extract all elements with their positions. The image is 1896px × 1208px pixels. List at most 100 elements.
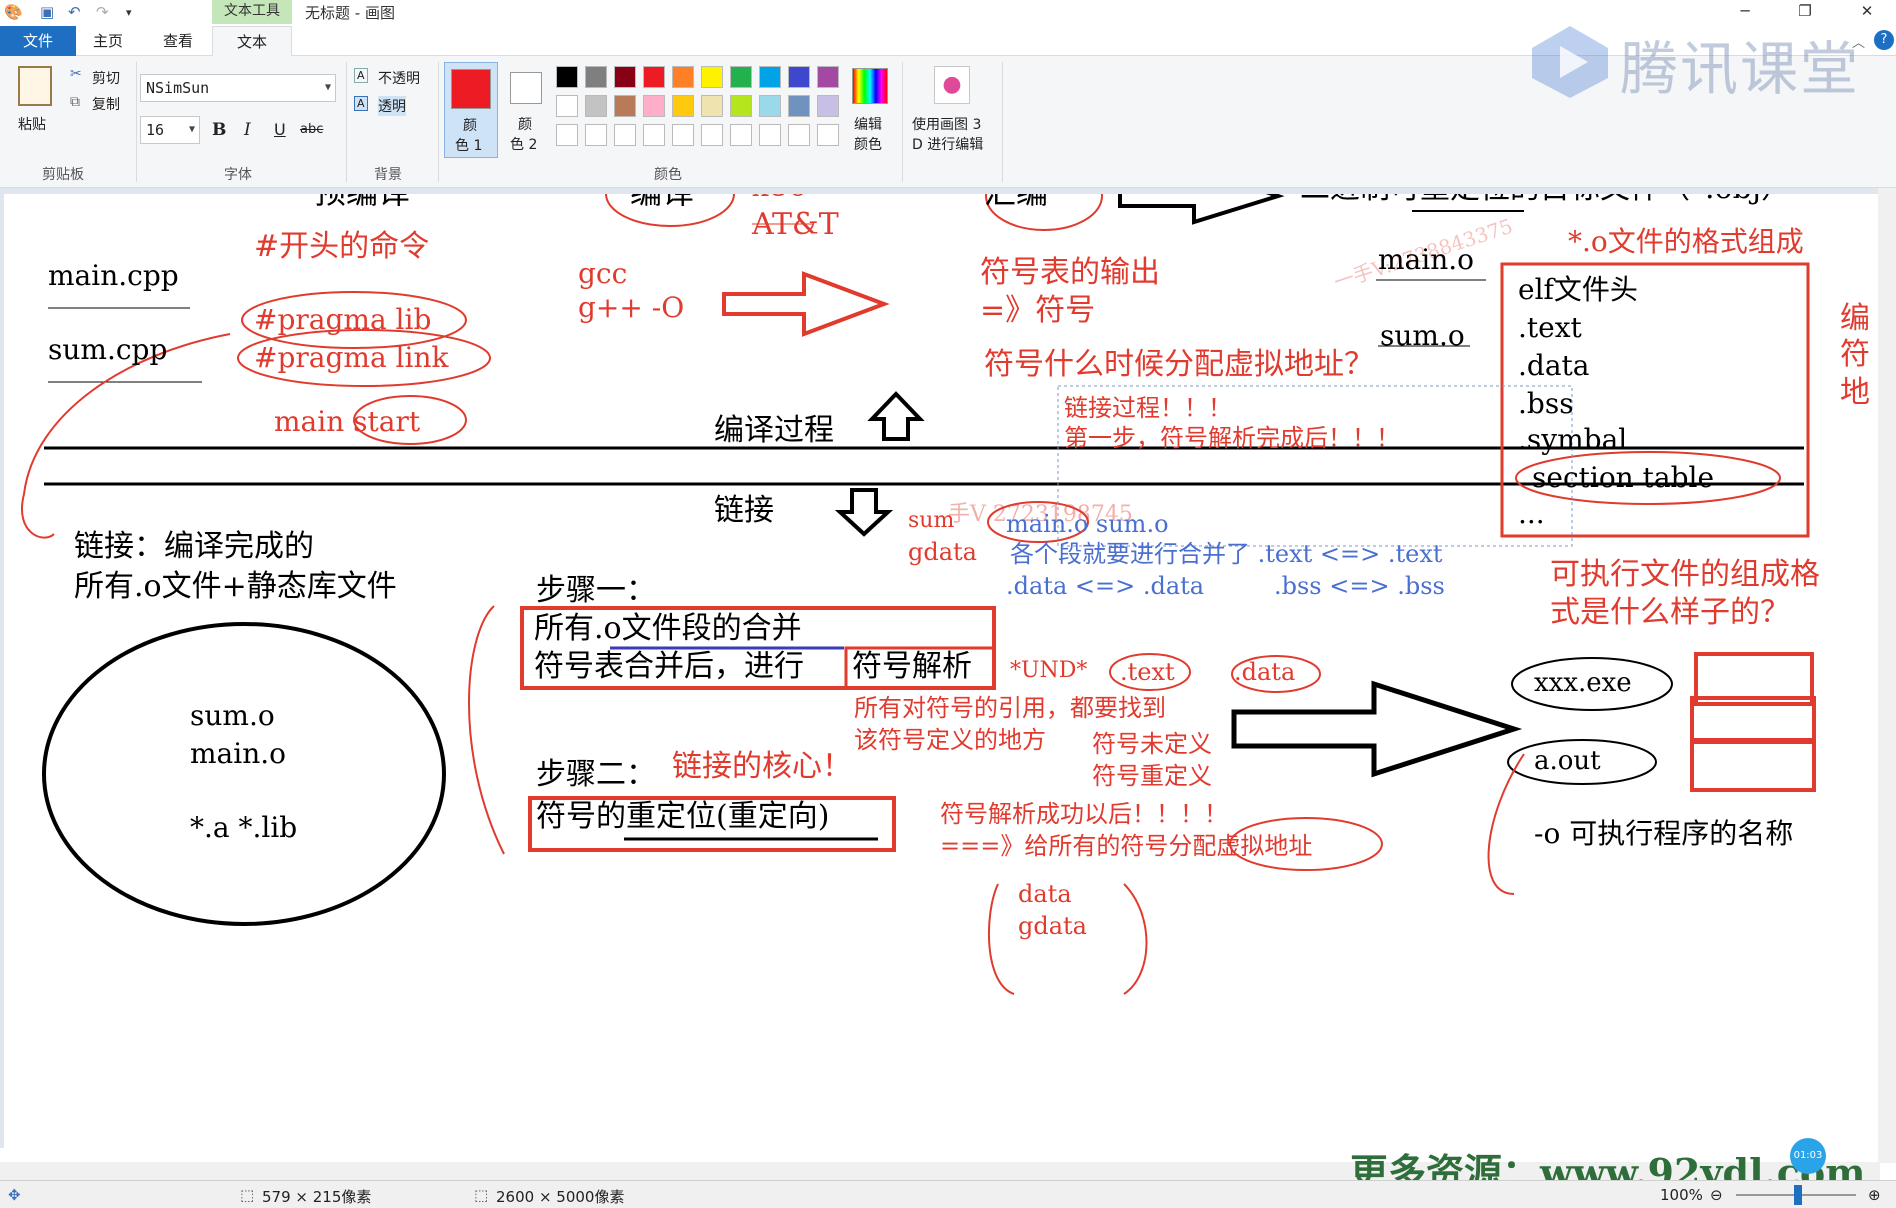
ribbon: 粘贴 ✂ 剪切 ⧉ 复制 剪贴板 NSimSun ▼ 16 ▼ B I U abc …: [0, 56, 1896, 188]
palette-swatch[interactable]: [701, 95, 723, 117]
section-table: section table: [1532, 461, 1715, 494]
palette-swatch-empty[interactable]: [585, 124, 607, 146]
palette-swatch[interactable]: [643, 95, 665, 117]
tab-view[interactable]: 查看: [146, 26, 210, 56]
palette-swatch[interactable]: [817, 95, 839, 117]
minimize-button[interactable]: ─: [1722, 0, 1768, 24]
tab-text[interactable]: 文本: [212, 26, 292, 57]
label-assemble: 汇编: [984, 194, 1048, 208]
image-size: 2600 × 5000像素: [496, 1188, 625, 1206]
red-arrow-icon: [722, 271, 890, 337]
close-button[interactable]: ✕: [1844, 0, 1890, 24]
chevron-down-icon: ▼: [188, 124, 195, 135]
palette-swatch[interactable]: [672, 95, 694, 117]
label-pragma-link: #pragma link: [254, 341, 449, 374]
label-compile: 编译: [630, 194, 694, 208]
tab-file[interactable]: 文件: [0, 26, 76, 56]
label-after-ok: 符号解析成功以后！！！！: [940, 800, 1228, 828]
drawing-canvas[interactable]: 预编译 编译 x86 AT&T 汇编 二进制可重定位的目标文件（*.obj） #…: [4, 194, 1878, 1148]
colors-group-label: 颜色: [654, 167, 682, 183]
palette-swatch-empty[interactable]: [817, 124, 839, 146]
label-when-alloc: 符号什么时候分配虚拟地址？: [984, 347, 1374, 382]
palette-swatch[interactable]: [585, 95, 607, 117]
color-palette[interactable]: [556, 66, 846, 156]
label-gcc: gcc: [578, 257, 628, 290]
tab-home[interactable]: 主页: [76, 26, 140, 56]
move-cursor-icon: ✥: [8, 1186, 21, 1204]
palette-swatch[interactable]: [614, 95, 636, 117]
transparent-button[interactable]: 透明: [378, 96, 406, 116]
palette-swatch[interactable]: [556, 66, 578, 88]
save-icon[interactable]: ▣: [40, 3, 54, 21]
font-group-label: 字体: [224, 167, 252, 183]
palette-swatch[interactable]: [730, 95, 752, 117]
palette-swatch[interactable]: [759, 95, 781, 117]
zoom-slider-thumb[interactable]: [1794, 1185, 1802, 1205]
label-all-ref1: 所有对符号的引用，都要找到: [854, 694, 1166, 722]
color2-button[interactable]: 颜 色 2: [504, 62, 558, 158]
palette-swatch[interactable]: [701, 66, 723, 88]
help-icon[interactable]: ?: [1874, 30, 1894, 50]
label-step-two: 步骤二：: [536, 757, 656, 792]
palette-swatch-empty[interactable]: [730, 124, 752, 146]
label-linking: 链接: [714, 493, 774, 528]
label-pragma-lib: #pragma lib: [254, 303, 432, 336]
zoom-in-button[interactable]: ⊕: [1868, 1186, 1881, 1204]
bold-button[interactable]: B: [212, 120, 226, 140]
strikethrough-button[interactable]: abc: [300, 122, 323, 137]
color2-swatch: [510, 72, 542, 104]
cut-button[interactable]: 剪切: [92, 68, 120, 88]
label-und: *UND*: [1010, 658, 1088, 683]
palette-swatch-empty[interactable]: [701, 124, 723, 146]
palette-swatch[interactable]: [585, 66, 607, 88]
underline-button[interactable]: U: [274, 120, 286, 139]
opaque-button[interactable]: 不透明: [378, 68, 420, 88]
palette-swatch-empty[interactable]: [759, 124, 781, 146]
palette-swatch[interactable]: [643, 66, 665, 88]
paste-icon[interactable]: [18, 66, 52, 106]
label-obj-format: *.o文件的格式组成: [1568, 225, 1804, 258]
circle-sum-o: sum.o: [190, 699, 275, 732]
undo-icon[interactable]: ↶: [68, 3, 81, 21]
paste-button[interactable]: 粘贴: [18, 114, 46, 134]
italic-button[interactable]: I: [244, 120, 251, 140]
step1-line1: 所有.o文件段的合并: [534, 611, 802, 646]
label-gpp: g++ -O: [578, 291, 685, 324]
label-hash-cmd: #开头的命令: [254, 229, 430, 264]
side-note-2: 符: [1840, 337, 1870, 372]
redo-icon[interactable]: ↷: [96, 3, 109, 21]
palette-swatch[interactable]: [672, 66, 694, 88]
palette-swatch-empty[interactable]: [614, 124, 636, 146]
palette-swatch-empty[interactable]: [788, 124, 810, 146]
label-sym-out: 符号表的输出: [980, 255, 1160, 290]
vertical-scrollbar[interactable]: [1878, 188, 1896, 1163]
palette-swatch[interactable]: [788, 66, 810, 88]
palette-swatch-empty[interactable]: [556, 124, 578, 146]
link-def-line1: 链接：编译完成的: [74, 529, 314, 564]
step2-line: 符号的重定位(重定向): [536, 799, 830, 834]
black-arrow-icon: [1231, 680, 1523, 778]
palette-swatch[interactable]: [759, 66, 781, 88]
palette-swatch[interactable]: [556, 95, 578, 117]
paint-app-icon: 🎨: [4, 3, 23, 21]
font-size-select[interactable]: 16 ▼: [140, 116, 200, 144]
label-precompile: 预编译: [314, 194, 410, 208]
palette-swatch[interactable]: [614, 66, 636, 88]
label-compile-proc: 编译过程: [714, 413, 834, 448]
palette-swatch[interactable]: [817, 66, 839, 88]
font-family-select[interactable]: NSimSun ▼: [140, 74, 336, 102]
file-main-o: main.o: [1378, 243, 1474, 276]
selection-size: 579 × 215像素: [262, 1188, 372, 1206]
copy-button[interactable]: 复制: [92, 94, 120, 114]
scissors-icon: ✂: [70, 66, 82, 82]
palette-swatch[interactable]: [788, 95, 810, 117]
palette-swatch-empty[interactable]: [672, 124, 694, 146]
customize-toolbar-icon[interactable]: ▾: [126, 6, 132, 19]
zoom-out-button[interactable]: ⊖: [1710, 1186, 1723, 1204]
palette-swatch[interactable]: [730, 66, 752, 88]
edit-colors-button[interactable]: 编辑: [854, 114, 882, 134]
palette-swatch-empty[interactable]: [643, 124, 665, 146]
color1-button[interactable]: 颜 色 1: [444, 62, 498, 158]
restore-button[interactable]: ❐: [1782, 0, 1828, 24]
paint3d-button[interactable]: 使用画图 3: [912, 114, 981, 134]
